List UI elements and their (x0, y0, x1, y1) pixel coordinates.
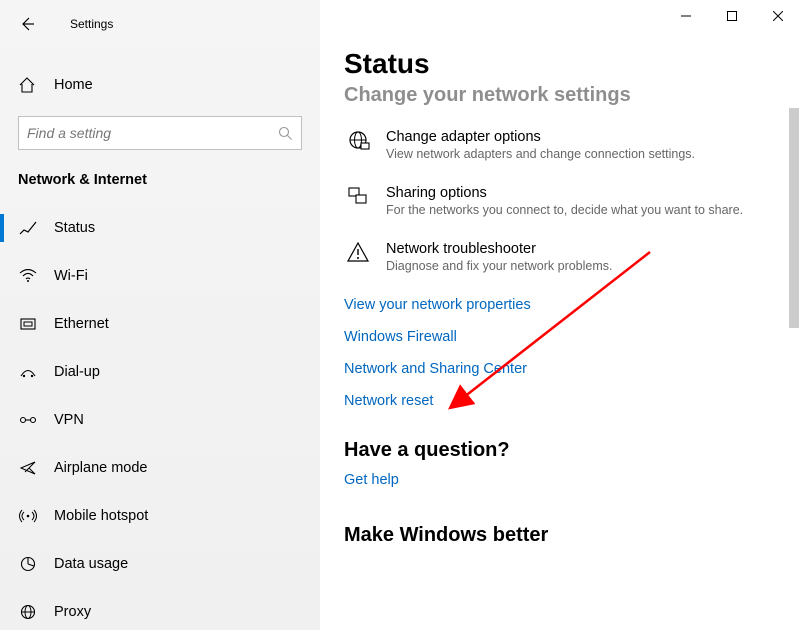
link-get-help[interactable]: Get help (344, 472, 765, 488)
home-label: Home (54, 77, 93, 93)
question-heading: Have a question? (344, 439, 765, 462)
sidebar-item-label: Airplane mode (54, 460, 148, 476)
sidebar-item-label: VPN (54, 412, 84, 428)
sidebar-item-label: Proxy (54, 604, 91, 620)
link-reset[interactable]: Network reset (344, 393, 765, 409)
option-desc: Diagnose and fix your network problems. (386, 259, 613, 273)
option-sharing[interactable]: Sharing options For the networks you con… (344, 185, 765, 217)
home-icon (18, 77, 38, 93)
sidebar-category: Network & Internet (0, 150, 320, 198)
vpn-icon (18, 413, 38, 427)
sidebar-item-data[interactable]: Data usage (0, 540, 320, 588)
sidebar-item-status[interactable]: Status (0, 204, 320, 252)
link-sharing-center[interactable]: Network and Sharing Center (344, 361, 765, 377)
airplane-icon (18, 460, 38, 476)
scroll-thumb[interactable] (789, 108, 799, 328)
sidebar-nav: Status Wi-Fi Ethernet Dial-up (0, 204, 320, 636)
sidebar-item-label: Ethernet (54, 316, 109, 332)
back-icon[interactable] (18, 15, 36, 33)
titlebar: Settings (0, 8, 320, 40)
troubleshoot-icon (344, 241, 372, 273)
sidebar-item-wifi[interactable]: Wi-Fi (0, 252, 320, 300)
window-title: Settings (70, 17, 113, 31)
sidebar-item-dialup[interactable]: Dial-up (0, 348, 320, 396)
main-content: Status Change your network settings Chan… (320, 0, 801, 630)
scrollbar[interactable] (787, 40, 801, 630)
option-title: Change adapter options (386, 129, 695, 145)
option-title: Network troubleshooter (386, 241, 613, 257)
sidebar-item-label: Status (54, 220, 95, 236)
sidebar-item-airplane[interactable]: Airplane mode (0, 444, 320, 492)
sidebar-item-vpn[interactable]: VPN (0, 396, 320, 444)
maximize-button[interactable] (709, 0, 755, 32)
option-desc: View network adapters and change connect… (386, 147, 695, 161)
sidebar-item-label: Data usage (54, 556, 128, 572)
option-desc: For the networks you connect to, decide … (386, 203, 743, 217)
ethernet-icon (18, 317, 38, 331)
option-troubleshooter[interactable]: Network troubleshooter Diagnose and fix … (344, 241, 765, 273)
sidebar: Settings Home Network & Internet Status (0, 0, 320, 630)
feedback-heading: Make Windows better (344, 524, 765, 547)
page-title: Status (344, 48, 765, 80)
search-icon (278, 126, 293, 141)
sharing-icon (344, 185, 372, 217)
sidebar-item-hotspot[interactable]: Mobile hotspot (0, 492, 320, 540)
sidebar-home[interactable]: Home (0, 64, 320, 106)
minimize-button[interactable] (663, 0, 709, 32)
wifi-icon (18, 269, 38, 283)
change-settings-heading: Change your network settings (344, 84, 765, 107)
search-input[interactable] (27, 125, 278, 141)
adapter-icon (344, 129, 372, 161)
sidebar-item-label: Wi-Fi (54, 268, 88, 284)
option-title: Sharing options (386, 185, 743, 201)
sidebar-item-label: Mobile hotspot (54, 508, 148, 524)
status-icon (18, 220, 38, 236)
proxy-icon (18, 604, 38, 620)
option-adapter[interactable]: Change adapter options View network adap… (344, 129, 765, 161)
close-button[interactable] (755, 0, 801, 32)
sidebar-item-ethernet[interactable]: Ethernet (0, 300, 320, 348)
hotspot-icon (18, 508, 38, 524)
sidebar-item-proxy[interactable]: Proxy (0, 588, 320, 636)
sidebar-item-label: Dial-up (54, 364, 100, 380)
search-box[interactable] (18, 116, 302, 150)
link-properties[interactable]: View your network properties (344, 297, 765, 313)
data-icon (18, 556, 38, 572)
window-controls (663, 0, 801, 32)
link-firewall[interactable]: Windows Firewall (344, 329, 765, 345)
dialup-icon (18, 365, 38, 379)
